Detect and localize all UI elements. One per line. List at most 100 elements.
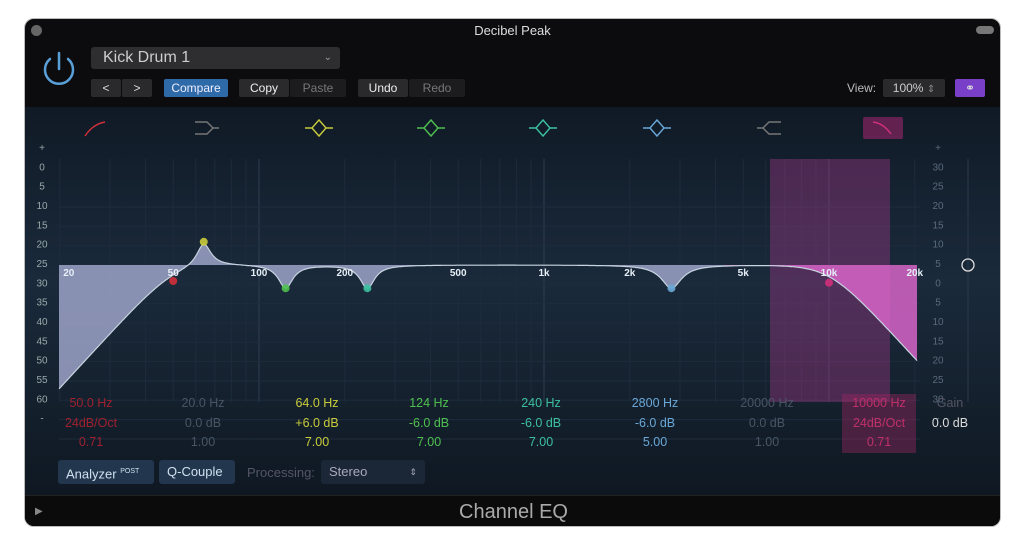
analyzer-button[interactable]: Analyzer POST [58, 460, 154, 484]
power-icon[interactable] [39, 49, 79, 89]
bell-band-icon[interactable] [305, 118, 333, 138]
band-gain[interactable]: 0.0 dB [148, 414, 258, 434]
stepper-icon: ⇕ [926, 84, 936, 95]
band-6-values[interactable]: 2800 Hz -6.0 dB 5.00 [600, 394, 710, 453]
band-gain[interactable]: -6.0 dB [600, 414, 710, 434]
link-button[interactable]: ⚭ [955, 79, 985, 97]
band-gain[interactable]: +6.0 dB [262, 414, 372, 434]
view-label: View: [847, 81, 877, 95]
band-1-values[interactable]: 50.0 Hz 24dB/Oct 0.71 [36, 394, 146, 453]
band-freq[interactable]: 20.0 Hz [148, 394, 258, 414]
band-node-4[interactable] [281, 284, 290, 293]
freq-label: 100 [251, 268, 268, 279]
next-preset-button[interactable]: > [122, 79, 152, 97]
right-scale-label: 15 [932, 220, 944, 231]
output-gain: Gain 0.0 dB [915, 394, 985, 433]
band-freq[interactable]: 2800 Hz [600, 394, 710, 414]
left-scale-label: 45 [36, 336, 48, 347]
left-scale-label: 30 [36, 278, 48, 289]
band-freq[interactable]: 240 Hz [486, 394, 596, 414]
left-scale-label: 55 [36, 375, 48, 386]
right-scale-label: 10 [932, 317, 944, 328]
band-8-values[interactable]: 10000 Hz 24dB/Oct 0.71 [842, 394, 916, 453]
left-scale-label: 40 [36, 317, 48, 328]
band-q[interactable]: 7.00 [486, 433, 596, 453]
band-q[interactable]: 5.00 [600, 433, 710, 453]
paste-button[interactable]: Paste [290, 79, 346, 97]
left-scale-label: 5 [39, 182, 45, 193]
band-freq[interactable]: 124 Hz [374, 394, 484, 414]
q-couple-button[interactable]: Q-Couple [159, 460, 235, 484]
low-shelf-band-icon[interactable] [195, 121, 219, 135]
right-scale-label: 30 [932, 162, 944, 173]
window-title: Decibel Peak [474, 23, 551, 38]
right-scale-label: 25 [932, 182, 944, 193]
redo-button[interactable]: Redo [409, 79, 465, 97]
freq-label: 1k [538, 268, 550, 279]
band-node-5[interactable] [363, 284, 372, 293]
plugin-window: Decibel Peak Kick Drum 1 ⌄ < > Compare Co… [24, 18, 1001, 527]
compare-button[interactable]: Compare [164, 79, 228, 97]
high-cut-band-icon[interactable] [863, 117, 903, 139]
band-gain[interactable]: 0.0 dB [712, 414, 822, 434]
preset-dropdown[interactable]: Kick Drum 1 ⌄ [91, 47, 340, 69]
gain-label: Gain [936, 396, 964, 410]
high-shelf-band-icon[interactable] [757, 121, 781, 135]
band-q[interactable]: 1.00 [148, 433, 258, 453]
left-scale-label: 50 [36, 356, 48, 367]
freq-label: 10k [821, 268, 838, 279]
view-zoom-select[interactable]: 100% ⇕ [883, 79, 945, 97]
band-5-values[interactable]: 240 Hz -6.0 dB 7.00 [486, 394, 596, 453]
band-node-6[interactable] [667, 284, 676, 293]
band-q[interactable]: 7.00 [262, 433, 372, 453]
undo-button[interactable]: Undo [358, 79, 408, 97]
right-scale-label: 20 [932, 201, 944, 212]
right-scale-label: 5 [935, 259, 941, 270]
band-3-values[interactable]: 64.0 Hz +6.0 dB 7.00 [262, 394, 372, 453]
band-gain[interactable]: 24dB/Oct [36, 414, 146, 434]
band-node-8[interactable] [825, 278, 833, 287]
band-freq[interactable]: 20000 Hz [712, 394, 822, 414]
right-scale-label: 25 [932, 375, 944, 386]
band-node-1[interactable] [169, 277, 178, 286]
bell-band-icon[interactable] [643, 118, 671, 138]
right-scale-label: 0 [935, 278, 941, 289]
analyzer-label: Analyzer [66, 466, 117, 482]
bell-band-icon[interactable] [417, 118, 445, 138]
band-4-values[interactable]: 124 Hz -6.0 dB 7.00 [374, 394, 484, 453]
band-freq[interactable]: 64.0 Hz [262, 394, 372, 414]
band-2-values[interactable]: 20.0 Hz 0.0 dB 1.00 [148, 394, 258, 453]
right-scale-label: 15 [932, 336, 944, 347]
freq-label: 20k [906, 268, 923, 279]
band-gain[interactable]: 24dB/Oct [842, 414, 916, 434]
prev-preset-button[interactable]: < [91, 79, 121, 97]
view-value: 100% [892, 81, 924, 95]
low-cut-band-icon[interactable] [84, 121, 106, 137]
band-q[interactable]: 0.71 [36, 433, 146, 453]
right-scale-label: 20 [932, 356, 944, 367]
band-q[interactable]: 7.00 [374, 433, 484, 453]
band-7-values[interactable]: 20000 Hz 0.0 dB 1.00 [712, 394, 822, 453]
freq-label: 200 [336, 268, 353, 279]
plugin-name: Channel EQ [459, 501, 568, 523]
band-node-3[interactable] [199, 237, 208, 246]
freq-label: 2k [624, 268, 636, 279]
window-control[interactable] [976, 26, 994, 34]
right-scale-label: 10 [932, 240, 944, 251]
copy-button[interactable]: Copy [239, 79, 289, 97]
left-scale-label: 10 [36, 201, 48, 212]
left-scale-label: 35 [36, 298, 48, 309]
band-q[interactable]: 0.71 [842, 433, 916, 453]
band-freq[interactable]: 10000 Hz [842, 394, 916, 414]
eq-panel: +0 5 10 15 20 25 30 35 40 45 50 55 60- +30 25 20 15 10 5 0 5… [25, 107, 1000, 495]
gain-value[interactable]: 0.0 dB [915, 414, 985, 434]
band-freq[interactable]: 50.0 Hz [36, 394, 146, 414]
band-gain[interactable]: -6.0 dB [374, 414, 484, 434]
processing-select[interactable]: Stereo ⇕ [321, 460, 425, 484]
left-scale-label: 15 [36, 220, 48, 231]
chevron-down-icon: ⌄ [323, 52, 332, 63]
band-gain[interactable]: -6.0 dB [486, 414, 596, 434]
band-q[interactable]: 1.00 [712, 433, 822, 453]
bell-band-icon[interactable] [529, 118, 557, 138]
left-scale-label: 25 [36, 259, 48, 270]
